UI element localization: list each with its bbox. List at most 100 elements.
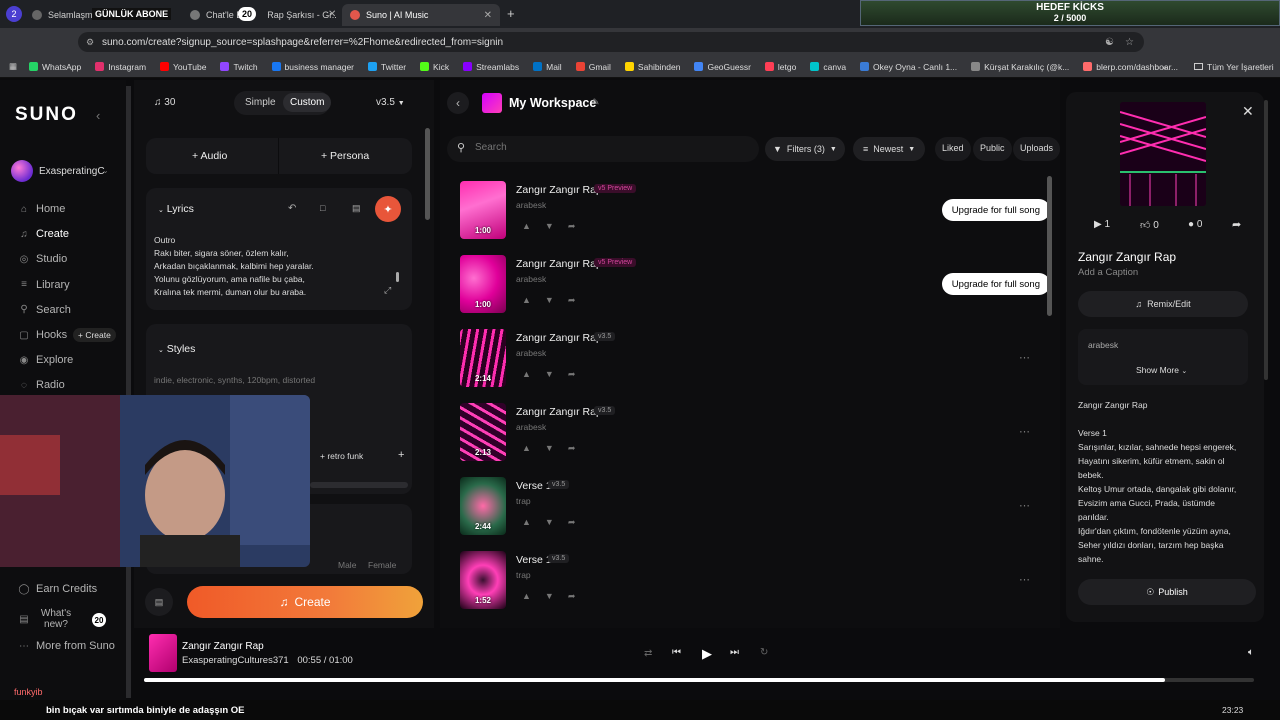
thumbs-up-icon[interactable]: ▲ [522,591,545,601]
filters-button[interactable]: ▼ Filters (3) ▼ [765,137,845,161]
bookmark-item[interactable]: Twitter [368,62,406,72]
share-icon[interactable]: ➦ [568,443,590,453]
edit-icon[interactable]: ✎ [592,97,600,108]
publish-button[interactable]: ☉ Publish [1078,579,1256,605]
comment-count[interactable]: ● 0 [1188,219,1202,230]
shuffle-icon[interactable]: ⇄ [644,648,652,659]
song-row[interactable]: 1:00 Zangır Zangır Rap v5 Preview arabesk ▲▼… [460,255,1050,321]
user-menu-chevron-icon[interactable]: ⌄ [102,166,109,175]
detail-scrollbar[interactable] [1264,100,1268,380]
more-options-icon[interactable]: ⋯ [1019,351,1030,364]
close-icon[interactable]: ✕ [484,10,492,21]
song-title[interactable]: Verse 1 [516,554,552,566]
undo-icon[interactable]: ↶ [288,203,296,214]
styles-input[interactable] [154,373,394,387]
close-icon[interactable]: ✕ [1242,103,1254,120]
song-list-scrollbar[interactable] [1047,176,1052,316]
song-row[interactable]: 2:44 Verse 1 v3.5 trap ▲▼➦ ⋯ [460,477,1050,543]
style-tag-retro-funk[interactable]: + retro funk [320,451,363,461]
thumbs-down-icon[interactable]: ▼ [545,517,568,527]
thumbs-up-icon[interactable]: ▲ [522,517,545,527]
thumbs-down-icon[interactable]: ▼ [545,591,568,601]
create-panel-scrollbar[interactable] [425,128,430,220]
whats-new[interactable]: ▤ What's new? [18,608,76,630]
thumbs-down-icon[interactable]: ▼ [545,443,568,453]
sidebar-item-home[interactable]: ⌂ Home [18,203,65,215]
all-bookmarks[interactable]: Tüm Yer İşaretleri [1194,62,1274,72]
sidebar-scrollbar[interactable] [126,86,131,698]
translate-icon[interactable]: ☯ [1105,37,1114,48]
song-title[interactable]: Zangır Zangır Rap [516,184,602,196]
song-row[interactable]: 2:13 Zangır Zangır Rap v3.5 arabesk ▲▼➦ ⋯ [460,403,1050,469]
song-thumbnail[interactable]: 1:00 [460,255,506,313]
song-title[interactable]: Zangır Zangır Rap [516,258,602,270]
upgrade-button[interactable]: Upgrade for full song [941,273,1050,295]
bookmark-item[interactable]: Twitch [220,62,258,72]
add-persona-button[interactable]: + Persona [321,150,369,162]
close-icon[interactable]: ✕ [328,9,336,20]
bookmark-item[interactable]: letgo [764,62,796,72]
song-thumbnail[interactable]: 2:14 [460,329,506,387]
earn-credits[interactable]: ◯ Earn Credits [18,583,97,595]
lyrics-textarea[interactable]: Outro Rakı biter, sigara söner, özlem kal… [154,234,394,304]
username[interactable]: ExasperatingC [39,166,105,177]
back-button[interactable]: ‹ [447,92,469,114]
create-button[interactable]: ♫ Create [187,586,423,618]
lyrics-scrollbar[interactable] [396,272,399,282]
profile-badge[interactable]: 2 [6,6,22,22]
progress-track[interactable] [144,678,1254,682]
version-select[interactable]: v3.5 ▼ [376,97,405,108]
bookmark-item[interactable]: Kürşat Karakılıç (@k... [971,62,1069,72]
sidebar-item-explore[interactable]: ◉ Explore [18,354,74,366]
song-thumbnail[interactable]: 1:00 [460,181,506,239]
search-box[interactable]: ⚲ [447,136,759,162]
volume-icon[interactable]: 🔈︎ [1248,647,1254,658]
clear-form-button[interactable]: ▤ [145,588,173,616]
share-icon[interactable]: ➦ [1232,218,1241,231]
thumbs-up-icon[interactable]: ▲ [522,221,545,231]
expand-icon[interactable]: ⤢ [384,285,391,296]
style-tags-scrollbar[interactable] [310,482,408,488]
uploads-filter[interactable]: Uploads [1013,137,1061,161]
song-title[interactable]: Verse 1 [516,480,552,492]
bookmark-item[interactable]: Sahibinden [624,62,680,72]
play-count[interactable]: ▶ 1 [1094,219,1110,230]
search-input[interactable] [475,142,735,153]
sidebar-item-library[interactable]: ≡ Library [18,279,70,291]
sidebar-item-search[interactable]: ⚲ Search [18,304,71,316]
thumbs-up-icon[interactable]: ▲ [522,295,545,305]
bookmark-item[interactable]: Gmail [575,62,611,72]
thumbs-down-icon[interactable]: ▼ [545,369,568,379]
sidebar-item-hooks[interactable]: ▢ Hooks [18,329,67,341]
share-icon[interactable]: ➦ [568,591,590,601]
trash-icon[interactable]: ▤ [352,203,361,214]
more-options-icon[interactable]: ⋯ [1019,573,1030,586]
sidebar-item-studio[interactable]: ◎ Studio [18,253,68,265]
share-icon[interactable]: ➦ [568,517,590,527]
sidebar-item-radio[interactable]: ◌ Radio [18,379,65,391]
song-title[interactable]: Zangır Zangır Rap [516,332,602,344]
bookmark-star-icon[interactable]: ☆ [1125,37,1134,48]
add-style-icon[interactable]: + [398,449,404,461]
like-count[interactable]: 👍︎ 0 [1140,219,1159,231]
bookmark-item[interactable]: canva [810,62,846,72]
thumbs-up-icon[interactable]: ▲ [522,443,545,453]
hooks-create-button[interactable]: + Create [73,328,116,342]
bookmark-item[interactable]: Mail [533,62,562,72]
sort-button[interactable]: ≡ Newest ▼ [853,137,926,161]
thumbs-up-icon[interactable]: ▲ [522,369,545,379]
show-more-button[interactable]: Show More ⌄ [1136,365,1187,375]
liked-filter[interactable]: Liked [935,137,971,161]
bookmark-item[interactable]: WhatsApp [29,62,81,72]
caption-input[interactable]: Add a Caption [1078,267,1138,278]
site-info-icon[interactable]: ⚙ [86,37,94,48]
song-thumbnail[interactable]: 2:44 [460,477,506,535]
song-row[interactable]: 1:52 Verse 1 v3.5 trap ▲▼➦ ⋯ [460,551,1050,617]
share-icon[interactable]: ➦ [568,295,590,305]
tab-suno[interactable]: Suno | AI Music ✕ [342,4,500,26]
gender-male[interactable]: Male [338,560,356,570]
generate-lyrics-button[interactable]: ✦ [375,196,401,222]
bookmark-item[interactable]: Kick [420,62,449,72]
thumbs-down-icon[interactable]: ▼ [545,221,568,231]
player-thumb[interactable] [149,634,177,672]
